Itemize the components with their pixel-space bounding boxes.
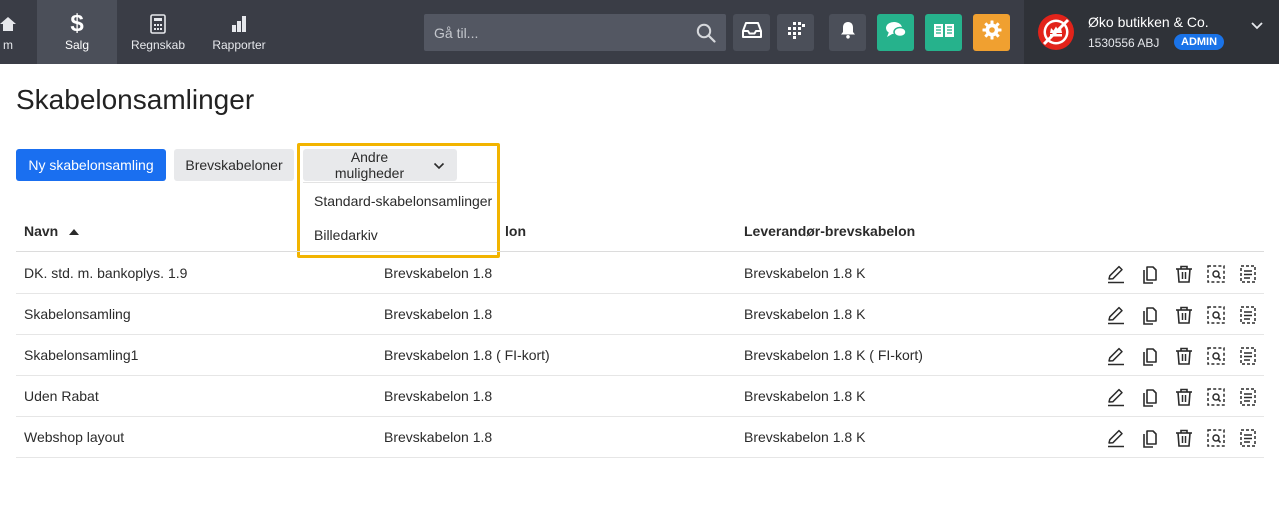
preview-icon[interactable] [1204, 262, 1228, 286]
table-header: Navn lon Leverandør-brevskabelon [16, 210, 1264, 252]
table-row[interactable]: Skabelonsamling1 Brevskabelon 1.8 ( FI-ko… [16, 335, 1264, 376]
cell-supplier-letter-template: Brevskabelon 1.8 K [744, 265, 866, 281]
cell-name: Webshop layout [24, 429, 125, 445]
row-actions [1104, 303, 1256, 327]
table-row[interactable]: Skabelonsamling Brevskabelon 1.8 Brevskabe… [16, 294, 1264, 335]
cell-letter-template: Brevskabelon 1.8 ( FI-kort) [384, 347, 550, 363]
cell-supplier-letter-template: Brevskabelon 1.8 K [744, 429, 866, 445]
chat-icon [885, 21, 907, 44]
inbox-icon [741, 21, 762, 44]
apps-icon [787, 21, 805, 44]
details-icon[interactable] [1236, 426, 1260, 450]
chat-button[interactable] [877, 14, 914, 51]
letter-templates-button[interactable]: Brevskabeloner [174, 149, 294, 181]
preview-icon[interactable] [1204, 344, 1228, 368]
trash-icon[interactable] [1172, 385, 1196, 409]
row-actions [1104, 385, 1256, 409]
edit-icon[interactable] [1104, 262, 1128, 286]
row-actions [1104, 426, 1256, 450]
column-header-letter-template[interactable]: lon [505, 223, 526, 239]
cell-name: Uden Rabat [24, 388, 99, 404]
top-navigation-bar: m $ Salg Regnskab Rapporter Gå til... Øk… [0, 0, 1279, 64]
edit-icon[interactable] [1104, 344, 1128, 368]
copy-icon[interactable] [1138, 385, 1162, 409]
company-name: Øko butikken & Co. [1088, 14, 1209, 30]
sort-ascending-icon [69, 229, 80, 235]
notifications-button[interactable] [829, 14, 866, 51]
nav-item-label: Salg [64, 37, 90, 52]
edit-icon[interactable] [1104, 303, 1128, 327]
guide-button[interactable] [925, 14, 962, 51]
details-icon[interactable] [1236, 385, 1260, 409]
settings-button[interactable] [973, 14, 1010, 51]
details-icon[interactable] [1236, 262, 1260, 286]
nav-item-label: Rapporter [212, 37, 266, 52]
dollar-icon: $ [70, 9, 84, 37]
trash-icon[interactable] [1172, 426, 1196, 450]
chevron-down-icon [433, 157, 445, 173]
more-options-dropdown[interactable]: Andre muligheder [303, 149, 457, 181]
account-switcher[interactable]: Øko butikken & Co. 1530556 ABJ ADMIN [1024, 0, 1279, 64]
details-icon[interactable] [1236, 344, 1260, 368]
nav-item-rapporter[interactable]: Rapporter [200, 0, 278, 64]
new-template-collection-button[interactable]: Ny skabelonsamling [16, 149, 166, 181]
trash-icon[interactable] [1172, 344, 1196, 368]
inbox-button[interactable] [733, 14, 770, 51]
copy-icon[interactable] [1138, 426, 1162, 450]
book-icon [933, 22, 955, 43]
details-icon[interactable] [1236, 303, 1260, 327]
preview-icon[interactable] [1204, 385, 1228, 409]
nav-item-home[interactable]: m [0, 0, 30, 64]
cell-supplier-letter-template: Brevskabelon 1.8 K ( FI-kort) [744, 347, 923, 363]
preview-icon[interactable] [1204, 303, 1228, 327]
table-row[interactable]: Webshop layout Brevskabelon 1.8 Brevskabel… [16, 417, 1264, 458]
cell-letter-template: Brevskabelon 1.8 [384, 265, 493, 281]
company-logo [1037, 13, 1075, 51]
trash-icon[interactable] [1172, 262, 1196, 286]
trash-icon[interactable] [1172, 303, 1196, 327]
cell-name: DK. std. m. bankoplys. 1.9 [24, 265, 188, 281]
home-icon [0, 13, 17, 35]
nav-item-regnskab[interactable]: Regnskab [120, 0, 196, 64]
cell-supplier-letter-template: Brevskabelon 1.8 K [744, 306, 866, 322]
nav-item-label: Regnskab [130, 37, 186, 52]
search-icon[interactable] [696, 23, 716, 48]
search-input[interactable] [424, 14, 684, 51]
cell-name: Skabelonsamling [24, 306, 131, 322]
cell-name: Skabelonsamling1 [24, 347, 139, 363]
account-id: 1530556 ABJ [1088, 36, 1160, 50]
preview-icon[interactable] [1204, 426, 1228, 450]
bar-chart-icon [230, 13, 248, 35]
column-header-name[interactable]: Navn [24, 223, 80, 239]
cell-supplier-letter-template: Brevskabelon 1.8 K [744, 388, 866, 404]
table-row[interactable]: Uden Rabat Brevskabelon 1.8 Brevskabelon 1… [16, 376, 1264, 417]
search-box [424, 14, 726, 51]
nav-item-salg[interactable]: $ Salg [37, 0, 117, 64]
gear-icon [982, 20, 1002, 45]
chevron-down-icon [1250, 18, 1264, 36]
more-options-label: Andre muligheder [334, 149, 405, 181]
cell-letter-template: Brevskabelon 1.8 [384, 388, 493, 404]
bell-icon [840, 21, 856, 44]
column-header-supplier-letter-template[interactable]: Leverandør-brevskabelon [744, 223, 915, 239]
edit-icon[interactable] [1104, 385, 1128, 409]
calculator-icon [150, 13, 166, 35]
table-row[interactable]: DK. std. m. bankoplys. 1.9 Brevskabelon 1… [16, 253, 1264, 294]
cell-letter-template: Brevskabelon 1.8 [384, 429, 493, 445]
copy-icon[interactable] [1138, 344, 1162, 368]
nav-item-label: m [3, 37, 13, 52]
apps-button[interactable] [777, 14, 814, 51]
copy-icon[interactable] [1138, 262, 1162, 286]
page-title: Skabelonsamlinger [16, 84, 255, 115]
cell-letter-template: Brevskabelon 1.8 [384, 306, 493, 322]
dropdown-separator [303, 182, 497, 183]
role-badge: ADMIN [1174, 34, 1225, 50]
copy-icon[interactable] [1138, 303, 1162, 327]
row-actions [1104, 262, 1256, 286]
edit-icon[interactable] [1104, 426, 1128, 450]
row-actions [1104, 344, 1256, 368]
